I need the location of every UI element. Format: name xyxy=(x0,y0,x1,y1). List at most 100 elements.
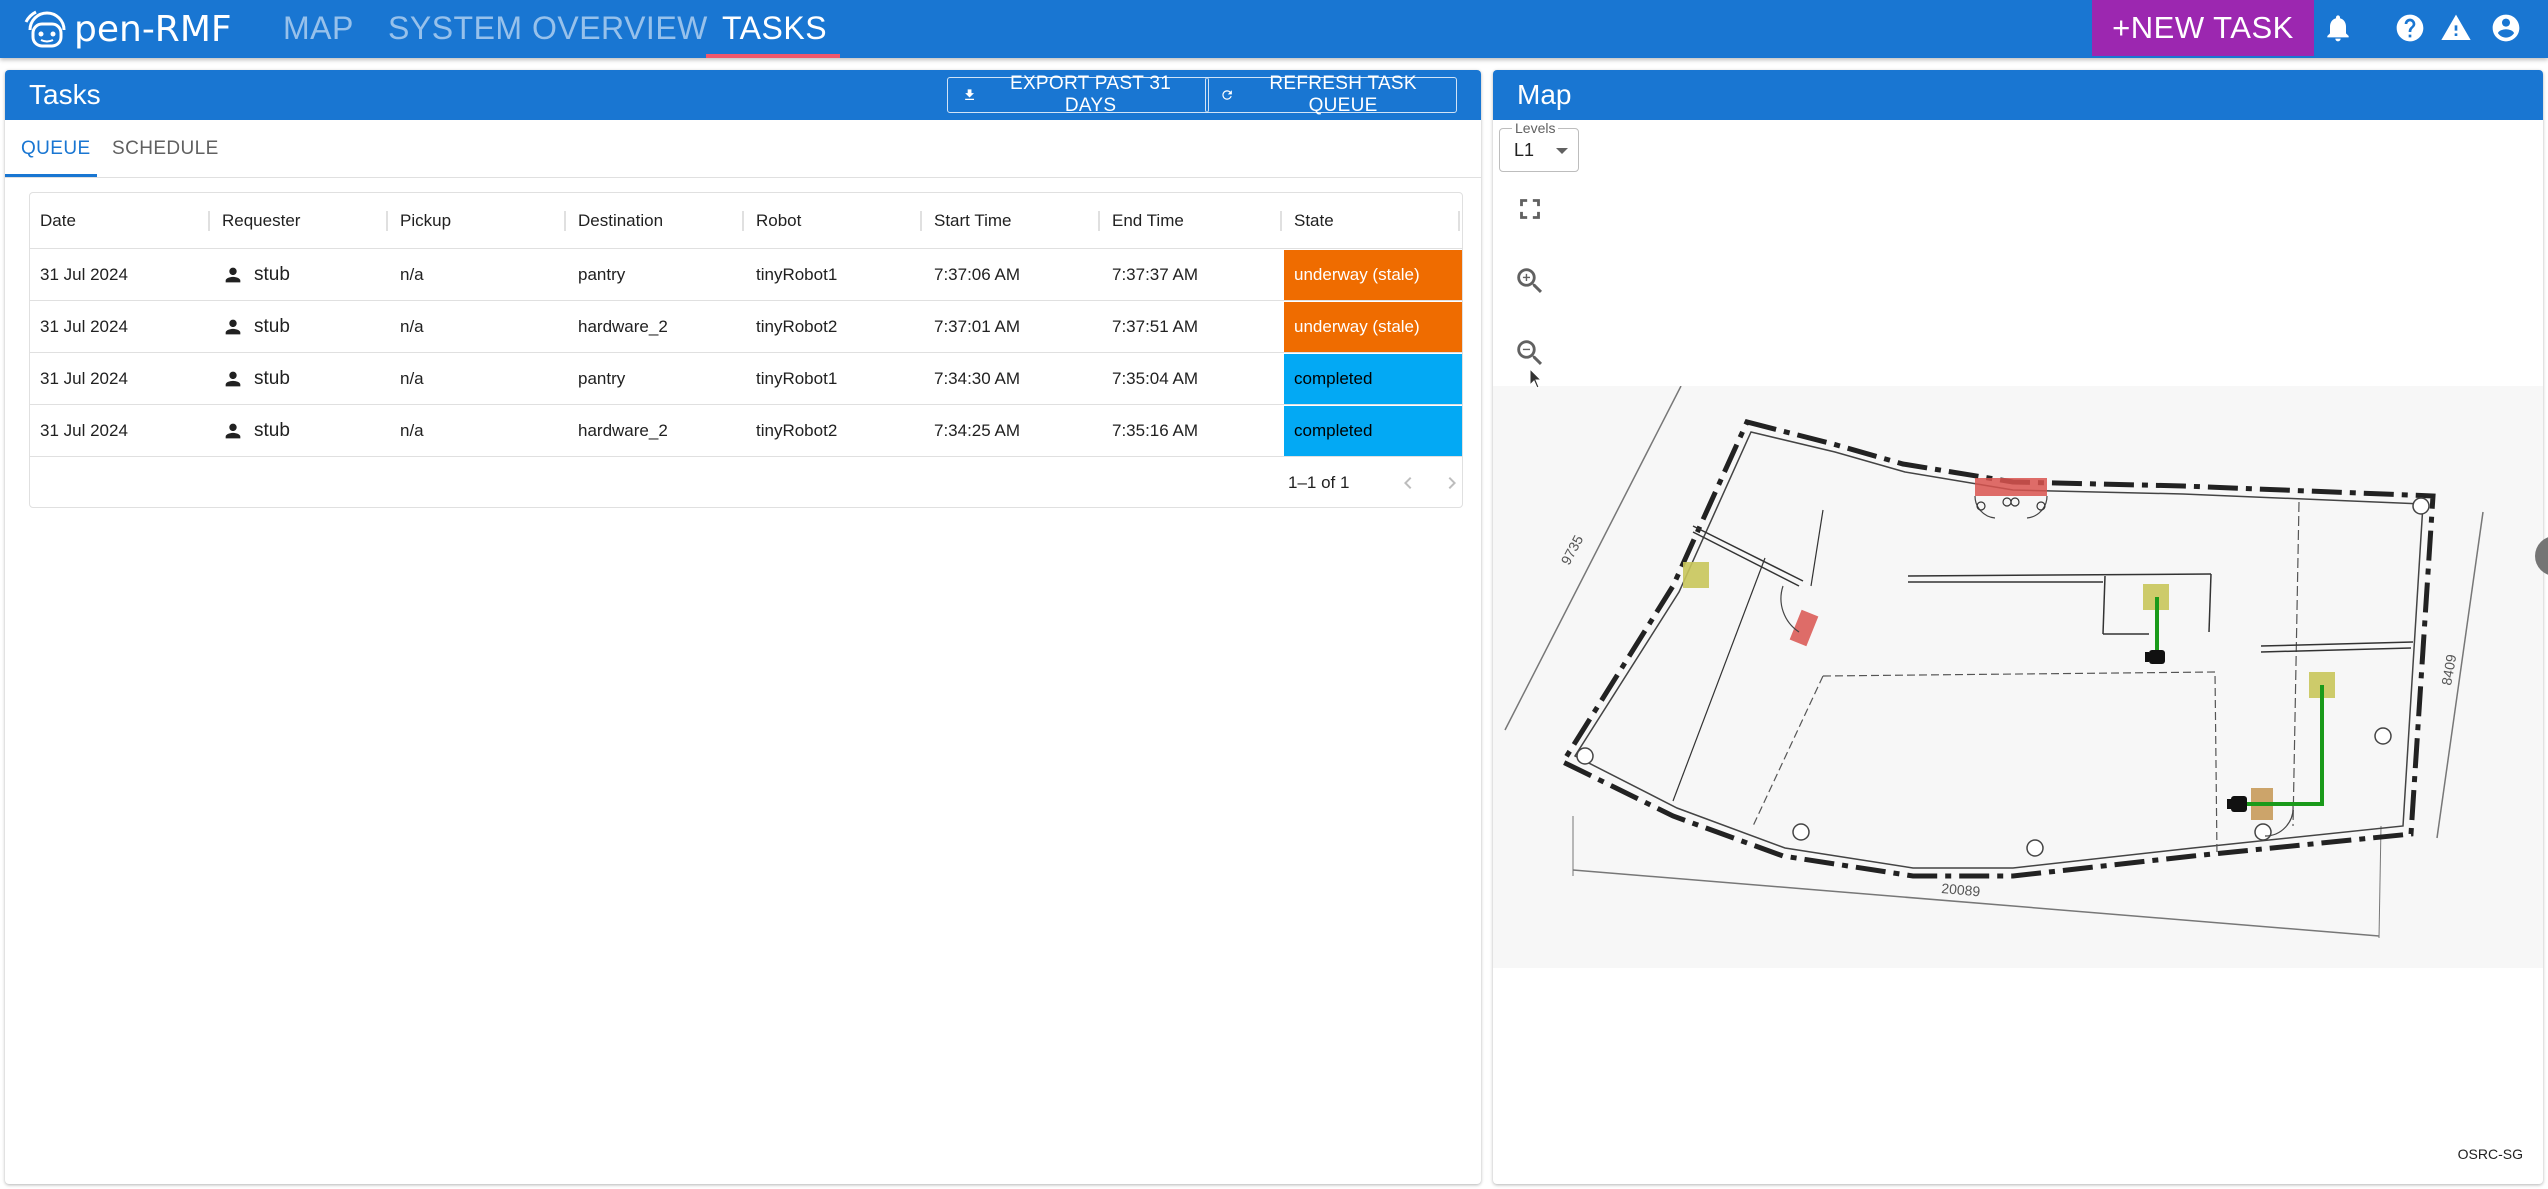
cell-pickup: n/a xyxy=(400,317,424,336)
refresh-task-queue-button[interactable]: REFRESH TASK QUEUE xyxy=(1205,73,1457,116)
bell-icon[interactable] xyxy=(2322,12,2354,44)
mouse-cursor-icon xyxy=(1529,368,1543,389)
requester-name: stub xyxy=(254,368,290,389)
pillar xyxy=(2026,839,2044,857)
export-past-31-days-button[interactable]: EXPORT PAST 31 DAYS xyxy=(947,73,1209,116)
pillar xyxy=(1576,747,1594,765)
nav-tab-map[interactable]: MAP xyxy=(283,0,354,58)
person-icon xyxy=(225,423,241,439)
cell-robot: tinyRobot1 xyxy=(756,369,838,388)
tab-queue[interactable]: QUEUE xyxy=(21,120,91,178)
requester-name: stub xyxy=(254,316,290,337)
next-page-icon[interactable] xyxy=(1440,471,1464,495)
cell-robot: tinyRobot2 xyxy=(756,421,838,440)
requester-name: stub xyxy=(254,420,290,441)
table-row[interactable]: 31 Jul 2024 stub n/a hardware_2 tinyRobo… xyxy=(30,301,1462,353)
column-header-destination[interactable]: Destination xyxy=(568,193,663,249)
cell-start-time: 7:34:25 AM xyxy=(934,421,1021,440)
column-separator[interactable] xyxy=(564,211,566,231)
cell-start-time: 7:34:30 AM xyxy=(934,369,1021,388)
column-header-state[interactable]: State xyxy=(1284,193,1334,249)
cell-destination: hardware_2 xyxy=(578,421,668,440)
account-circle-icon[interactable] xyxy=(2490,12,2522,44)
tab-schedule[interactable]: SCHEDULE xyxy=(112,120,219,178)
zoom-out-icon[interactable] xyxy=(1513,336,1547,370)
cell-start-time: 7:37:01 AM xyxy=(934,317,1021,336)
cell-pickup: n/a xyxy=(400,421,424,440)
help-icon[interactable] xyxy=(2394,12,2426,44)
new-task-button[interactable]: +NEW TASK xyxy=(2092,0,2314,56)
column-separator[interactable] xyxy=(1280,211,1282,231)
refresh-icon xyxy=(1222,90,1232,100)
pagination-text: 1–1 of 1 xyxy=(1288,473,1350,492)
cell-requester: stub xyxy=(212,353,290,405)
nav-tab-tasks[interactable]: TASKS xyxy=(722,0,827,58)
nav-active-indicator xyxy=(706,54,840,58)
column-header-robot[interactable]: Robot xyxy=(746,193,801,249)
requester-name: stub xyxy=(254,264,290,285)
task-queue-table: Date Requester Pickup Destination Robot … xyxy=(29,192,1463,508)
refresh-label: REFRESH TASK QUEUE xyxy=(1269,73,1417,116)
floor-plan-map[interactable]: 9735 8409 20089 xyxy=(1493,386,2543,968)
cell-robot: tinyRobot1 xyxy=(756,265,838,284)
column-separator[interactable] xyxy=(1458,211,1460,231)
tasks-subtabs: QUEUE SCHEDULE xyxy=(5,120,1481,178)
cell-end-time: 7:35:04 AM xyxy=(1112,369,1199,388)
cell-date: 31 Jul 2024 xyxy=(40,369,128,388)
chevron-down-icon xyxy=(1556,148,1568,154)
cell-date: 31 Jul 2024 xyxy=(40,265,128,284)
map-background xyxy=(1493,386,2543,968)
map-panel: Map Levels L1 9735 8409 20089 OSRC-SG xyxy=(1493,70,2543,1184)
table-pagination: 1–1 of 1 xyxy=(30,459,1462,507)
zoom-in-icon[interactable] xyxy=(1513,264,1547,298)
column-header-requester[interactable]: Requester xyxy=(212,193,300,249)
column-separator[interactable] xyxy=(920,211,922,231)
warning-icon[interactable] xyxy=(2440,12,2472,44)
tasks-panel-header: Tasks EXPORT PAST 31 DAYS REFRESH TASK Q… xyxy=(5,70,1481,120)
person-icon xyxy=(225,267,241,283)
fullscreen-icon[interactable] xyxy=(1513,192,1547,226)
logo-text: pen-RMF xyxy=(74,8,232,50)
column-separator[interactable] xyxy=(742,211,744,231)
previous-page-icon[interactable] xyxy=(1396,471,1420,495)
cell-destination: pantry xyxy=(578,265,626,284)
map-panel-title: Map xyxy=(1517,79,1572,110)
table-row[interactable]: 31 Jul 2024 stub n/a hardware_2 tinyRobo… xyxy=(30,405,1462,457)
cell-end-time: 7:35:16 AM xyxy=(1112,421,1199,440)
cell-requester: stub xyxy=(212,301,290,353)
column-header-start-time[interactable]: Start Time xyxy=(924,193,1011,249)
cell-state: underway (stale) xyxy=(1284,250,1462,300)
person-icon xyxy=(225,319,241,335)
column-separator[interactable] xyxy=(1098,211,1100,231)
waypoint-marker xyxy=(1683,562,1709,588)
pillar xyxy=(2254,823,2272,841)
column-header-date[interactable]: Date xyxy=(30,193,76,249)
cell-end-time: 7:37:37 AM xyxy=(1112,265,1199,284)
table-row[interactable]: 31 Jul 2024 stub n/a pantry tinyRobot1 7… xyxy=(30,249,1462,301)
open-rmf-logo[interactable]: pen-RMF xyxy=(24,6,232,52)
cell-state: underway (stale) xyxy=(1284,302,1462,352)
cell-start-time: 7:37:06 AM xyxy=(934,265,1021,284)
cell-destination: pantry xyxy=(578,369,626,388)
nav-tab-system-overview[interactable]: SYSTEM OVERVIEW xyxy=(388,0,708,58)
levels-select[interactable]: Levels L1 xyxy=(1499,120,1579,172)
subtab-active-indicator xyxy=(5,174,97,177)
robot-tinyRobot1 xyxy=(2145,650,2165,664)
table-row[interactable]: 31 Jul 2024 stub n/a pantry tinyRobot1 7… xyxy=(30,353,1462,405)
tasks-panel-title: Tasks xyxy=(29,79,101,110)
column-header-end-time[interactable]: End Time xyxy=(1102,193,1184,249)
tasks-panel: Tasks EXPORT PAST 31 DAYS REFRESH TASK Q… xyxy=(5,70,1481,1184)
cell-date: 31 Jul 2024 xyxy=(40,421,128,440)
pillar xyxy=(1792,823,1810,841)
pillar xyxy=(2412,497,2430,515)
cell-state: completed xyxy=(1284,354,1462,404)
column-header-pickup[interactable]: Pickup xyxy=(390,193,451,249)
map-attribution: OSRC-SG xyxy=(2457,1146,2523,1162)
cell-robot: tinyRobot2 xyxy=(756,317,838,336)
column-separator[interactable] xyxy=(386,211,388,231)
cell-state: completed xyxy=(1284,406,1462,456)
column-separator[interactable] xyxy=(208,211,210,231)
download-icon xyxy=(965,89,974,101)
export-label: EXPORT PAST 31 DAYS xyxy=(1009,73,1172,116)
cell-pickup: n/a xyxy=(400,265,424,284)
